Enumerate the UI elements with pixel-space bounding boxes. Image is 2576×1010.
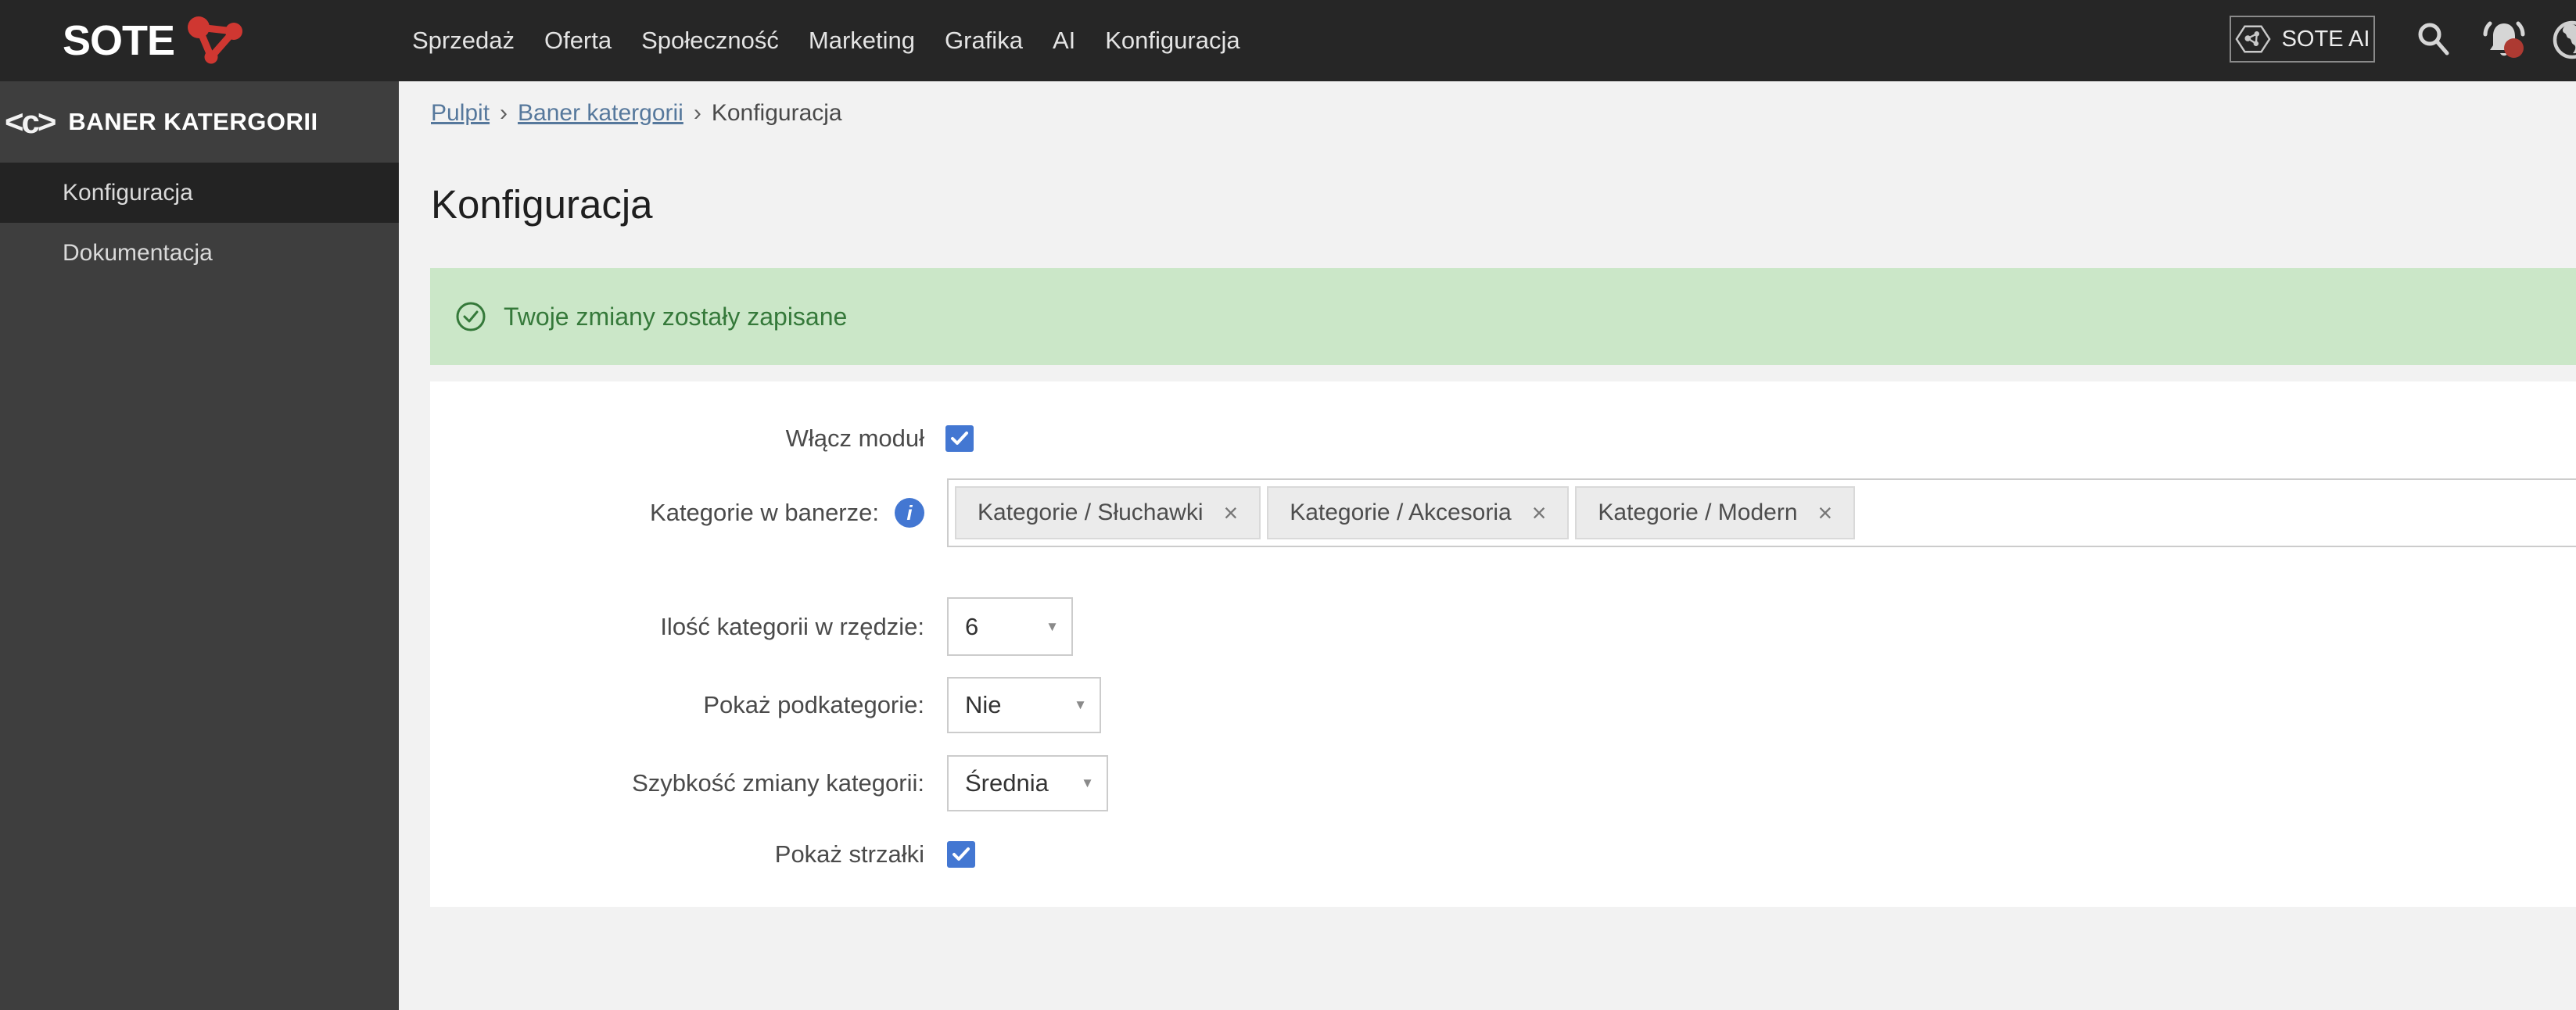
sidebar-item-label: Dokumentacja (63, 239, 213, 266)
chevron-down-icon: ▼ (1081, 775, 1094, 790)
categories-label: Kategorie w banerze: (650, 499, 879, 526)
breadcrumb-separator: › (693, 100, 701, 126)
chevron-down-icon: ▼ (1046, 618, 1059, 634)
breadcrumb-link-pulpit[interactable]: Pulpit (431, 100, 490, 127)
menu-item-sprzedaz[interactable]: Sprzedaż (412, 27, 515, 55)
sidebar-module-header: <c> BANER KATERGORII (0, 81, 399, 163)
categories-multiselect-field[interactable]: Kategorie / Słuchawki × Kategorie / Akce… (947, 478, 2576, 547)
check-circle-icon (456, 302, 486, 331)
info-icon[interactable]: i (895, 498, 924, 528)
sote-logo-text: SOTE (63, 17, 175, 64)
breadcrumb-separator: › (500, 100, 508, 126)
per-row-value: 6 (965, 612, 979, 640)
category-tag: Kategorie / Słuchawki × (955, 486, 1261, 539)
show-arrows-label: Pokaż strzałki (774, 840, 924, 868)
page-title: Konfiguracja (431, 182, 653, 227)
remove-tag-icon[interactable]: × (1818, 500, 1833, 525)
menu-item-konfiguracja[interactable]: Konfiguracja (1105, 27, 1240, 55)
menu-item-oferta[interactable]: Oferta (544, 27, 612, 55)
chevron-down-icon: ▼ (1074, 697, 1087, 712)
sidebar-item-konfiguracja[interactable]: Konfiguracja (0, 163, 399, 223)
category-tag: Kategorie / Modern × (1575, 486, 1856, 539)
category-tag-label: Kategorie / Modern (1598, 500, 1798, 525)
notifications-bell-icon[interactable] (2481, 16, 2528, 66)
checkmark-icon (953, 847, 970, 861)
category-tag-label: Kategorie / Akcesoria (1290, 500, 1512, 525)
remove-tag-icon[interactable]: × (1224, 500, 1239, 525)
sidebar-module-title: BANER KATERGORII (68, 108, 318, 135)
remove-tag-icon[interactable]: × (1532, 500, 1547, 525)
menu-item-grafika[interactable]: Grafika (945, 27, 1023, 55)
menu-item-marketing[interactable]: Marketing (809, 27, 915, 55)
configuration-form: Włącz moduł Kategorie w banerze: i Kateg… (430, 381, 2576, 907)
menu-item-ai[interactable]: AI (1053, 27, 1075, 55)
main-menu: Sprzedaż Oferta Społeczność Marketing Gr… (412, 0, 1240, 81)
success-alert-text: Twoje zmiany zostały zapisane (504, 302, 848, 331)
menu-item-spolecznosc[interactable]: Społeczność (641, 27, 779, 55)
code-module-icon: <c> (5, 103, 56, 140)
search-icon[interactable] (2415, 20, 2452, 59)
subcategories-label: Pokaż podkategorie: (703, 691, 924, 718)
sidebar-item-dokumentacja[interactable]: Dokumentacja (0, 223, 399, 283)
speed-select[interactable]: Średnia ▼ (947, 755, 1108, 811)
notification-badge (2504, 38, 2524, 58)
subcategories-select[interactable]: Nie ▼ (947, 677, 1101, 733)
breadcrumb-link-baner-katergorii[interactable]: Baner katergorii (518, 100, 683, 127)
sote-ai-label: SOTE AI (2281, 26, 2370, 52)
sote-logo-mark-icon (184, 13, 246, 70)
category-tag-label: Kategorie / Słuchawki (978, 500, 1204, 525)
speed-label: Szybkość zmiany kategorii: (632, 769, 924, 797)
enable-module-label: Włącz moduł (785, 424, 924, 452)
hexagon-molecule-icon (2235, 25, 2271, 53)
speed-value: Średnia (965, 769, 1049, 797)
sidebar: <c> BANER KATERGORII Konfiguracja Dokume… (0, 81, 399, 1010)
sidebar-item-label: Konfiguracja (63, 179, 193, 206)
breadcrumb-current: Konfiguracja (711, 100, 842, 126)
breadcrumb: Pulpit › Baner katergorii › Konfiguracja (431, 100, 842, 127)
subcategories-value: Nie (965, 691, 1002, 718)
success-alert: Twoje zmiany zostały zapisane (430, 268, 2576, 365)
category-tag: Kategorie / Akcesoria × (1267, 486, 1570, 539)
per-row-label: Ilość kategorii w rzędzie: (660, 613, 924, 640)
sote-logo[interactable]: SOTE (63, 0, 246, 81)
globe-icon[interactable] (2552, 19, 2576, 61)
checkmark-icon (951, 432, 968, 445)
per-row-select[interactable]: 6 ▼ (947, 597, 1073, 656)
enable-module-checkbox[interactable] (945, 425, 974, 452)
show-arrows-checkbox[interactable] (947, 841, 975, 868)
top-bar: SOTE Sprzedaż Oferta Społeczność Marketi… (0, 0, 2576, 81)
sote-ai-button[interactable]: SOTE AI (2230, 16, 2375, 63)
